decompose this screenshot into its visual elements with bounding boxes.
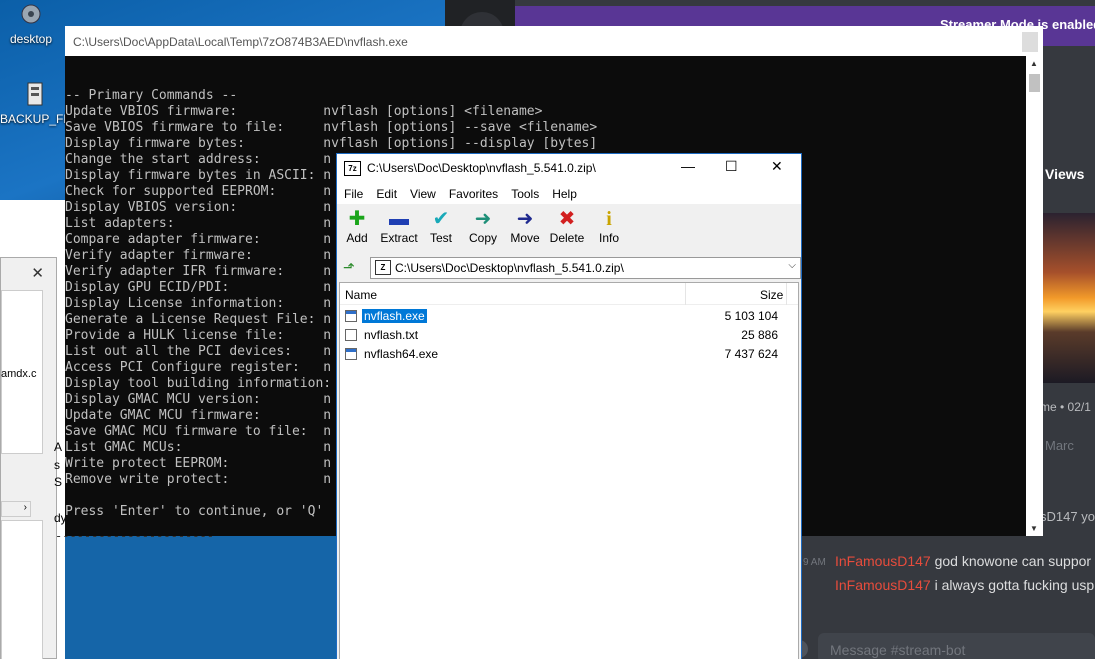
text-fragment: S: [54, 475, 63, 489]
file-name: nvflash.txt: [364, 328, 419, 342]
scroll-up-icon[interactable]: ▲: [1030, 59, 1038, 68]
address-field[interactable]: Z C:\Users\Doc\Desktop\nvflash_5.541.0.z…: [370, 257, 801, 279]
gear-icon: [16, 0, 46, 30]
info-icon: i: [606, 208, 612, 230]
folder-up-icon[interactable]: ⬏: [343, 259, 359, 277]
move-label: Move: [510, 231, 540, 245]
chat-username[interactable]: InFamousD147: [835, 577, 931, 593]
test-button[interactable]: ✔ Test: [419, 207, 463, 245]
test-label: Test: [429, 231, 452, 245]
move-button[interactable]: ➜ Move: [503, 207, 547, 245]
plus-icon: ✚: [348, 208, 366, 230]
file-name: nvflash64.exe: [364, 347, 439, 361]
message-timestamp: 9 AM: [803, 557, 826, 568]
toolbar: ✚ Add ▬ Extract ✔ Test ➜ Copy ➜ Move ✖ Delete …: [337, 204, 801, 252]
list-header: Name Size: [340, 283, 798, 305]
views-label: Views: [1045, 166, 1085, 182]
text-file-icon: [345, 329, 357, 341]
file-size: 5 103 104: [724, 309, 778, 323]
post-meta: me • 02/1: [1040, 400, 1091, 414]
scroll-down-icon[interactable]: ▼: [1030, 524, 1038, 533]
move-arrow-icon: ➜: [516, 208, 534, 230]
info-label: Info: [598, 231, 619, 245]
delete-x-icon: ✖: [558, 208, 576, 230]
check-icon: ✔: [432, 208, 450, 230]
stream-thumbnail[interactable]: [1040, 213, 1095, 383]
dialog-lower-panel: [1, 520, 43, 659]
console-close-button[interactable]: [1022, 32, 1038, 52]
delete-label: Delete: [549, 231, 585, 245]
chat-message: InFamousD147 god knowone can suppor: [835, 553, 1091, 569]
7zip-window: C:\Users\Doc\Desktop\nvflash_5.541.0.zip…: [336, 153, 802, 659]
address-text: C:\Users\Doc\Desktop\nvflash_5.541.0.zip…: [395, 261, 624, 275]
file-size: 7 437 624: [724, 347, 778, 361]
file-row[interactable]: nvflash64.exe 7 437 624: [340, 345, 798, 364]
7zip-logo-icon: 7z: [344, 161, 361, 176]
file-row[interactable]: nvflash.txt 25 886: [340, 326, 798, 345]
close-icon[interactable]: ✕: [31, 264, 44, 282]
file-row[interactable]: nvflash.exe 5 103 104: [340, 307, 798, 326]
file-name: nvflash.exe: [362, 309, 427, 323]
copy-arrow-icon: ➜: [474, 208, 492, 230]
text-fragment: s: [54, 458, 60, 472]
close-button[interactable]: ✕: [771, 158, 783, 175]
console-scrollbar[interactable]: ▲ ▼: [1026, 56, 1043, 536]
minimize-button[interactable]: —: [681, 158, 695, 174]
menu-file[interactable]: File: [337, 184, 369, 201]
chat-text: i always gotta fucking usp: [934, 577, 1095, 593]
message-input[interactable]: Message #stream-bot: [818, 633, 1095, 659]
horizontal-scrollbar[interactable]: ›: [1, 501, 31, 517]
menu-edit[interactable]: Edit: [369, 184, 403, 201]
add-label: Add: [346, 231, 368, 245]
chat-message: InFamousD147 i always gotta fucking usp: [835, 577, 1094, 593]
delete-button[interactable]: ✖ Delete: [545, 207, 589, 245]
chevron-down-icon[interactable]: ⌵: [788, 260, 796, 271]
info-button[interactable]: i Info: [587, 207, 631, 245]
exe-file-icon: [345, 348, 357, 360]
text-fragment: A: [54, 440, 63, 454]
extract-button[interactable]: ▬ Extract: [377, 207, 421, 245]
application-icon: [20, 80, 50, 110]
console-line: Save VBIOS firmware to file: nvflash [op…: [65, 120, 598, 135]
extract-label: Extract: [380, 231, 418, 245]
add-button[interactable]: ✚ Add: [335, 207, 379, 245]
column-size-header[interactable]: Size: [760, 288, 783, 302]
console-line: Display firmware bytes: nvflash [options…: [65, 136, 598, 151]
menu-favorites[interactable]: Favorites: [442, 184, 504, 201]
chat-username[interactable]: InFamousD147: [835, 553, 931, 569]
address-bar: ⬏ Z C:\Users\Doc\Desktop\nvflash_5.541.0…: [337, 254, 801, 282]
menu-view[interactable]: View: [403, 184, 442, 201]
file-list: Name Size nvflash.exe 5 103 104 nvflash.…: [339, 282, 799, 659]
copy-label: Copy: [468, 231, 497, 245]
date-divider: Marc: [1045, 438, 1074, 453]
menu-tools[interactable]: Tools: [504, 184, 545, 201]
column-divider[interactable]: [685, 283, 686, 305]
console-line: Update VBIOS firmware: nvflash [options]…: [65, 104, 543, 119]
console-title: C:\Users\Doc\AppData\Local\Temp\7zO874B3…: [65, 26, 1043, 56]
menu-bar: File Edit View Favorites Tools Help: [337, 184, 801, 204]
archive-icon: Z: [375, 260, 391, 275]
exe-file-icon: [345, 310, 357, 322]
copy-button[interactable]: ➜ Copy: [461, 207, 505, 245]
backup-shortcut[interactable]: BACKUP_FPT: [0, 80, 79, 126]
column-name-header[interactable]: Name: [345, 288, 377, 302]
file-label: amdx.c: [1, 368, 37, 380]
partial-dialog: ✕ amdx.c ›: [0, 257, 57, 659]
menu-help[interactable]: Help: [545, 184, 583, 201]
minus-icon: ▬: [389, 208, 409, 230]
column-divider[interactable]: [786, 283, 787, 305]
maximize-button[interactable]: ☐: [725, 158, 738, 175]
7zip-title: C:\Users\Doc\Desktop\nvflash_5.541.0.zip…: [367, 161, 596, 175]
scroll-thumb[interactable]: [1029, 74, 1040, 92]
file-size: 25 886: [741, 328, 778, 342]
desktop-shortcut[interactable]: desktop: [6, 0, 56, 46]
chat-text: god knowone can suppor: [934, 553, 1092, 569]
partial-username: sD147 yo: [1040, 509, 1095, 524]
console-line: -- Primary Commands --: [65, 88, 238, 103]
desktop-shortcut-label: desktop: [9, 32, 53, 46]
